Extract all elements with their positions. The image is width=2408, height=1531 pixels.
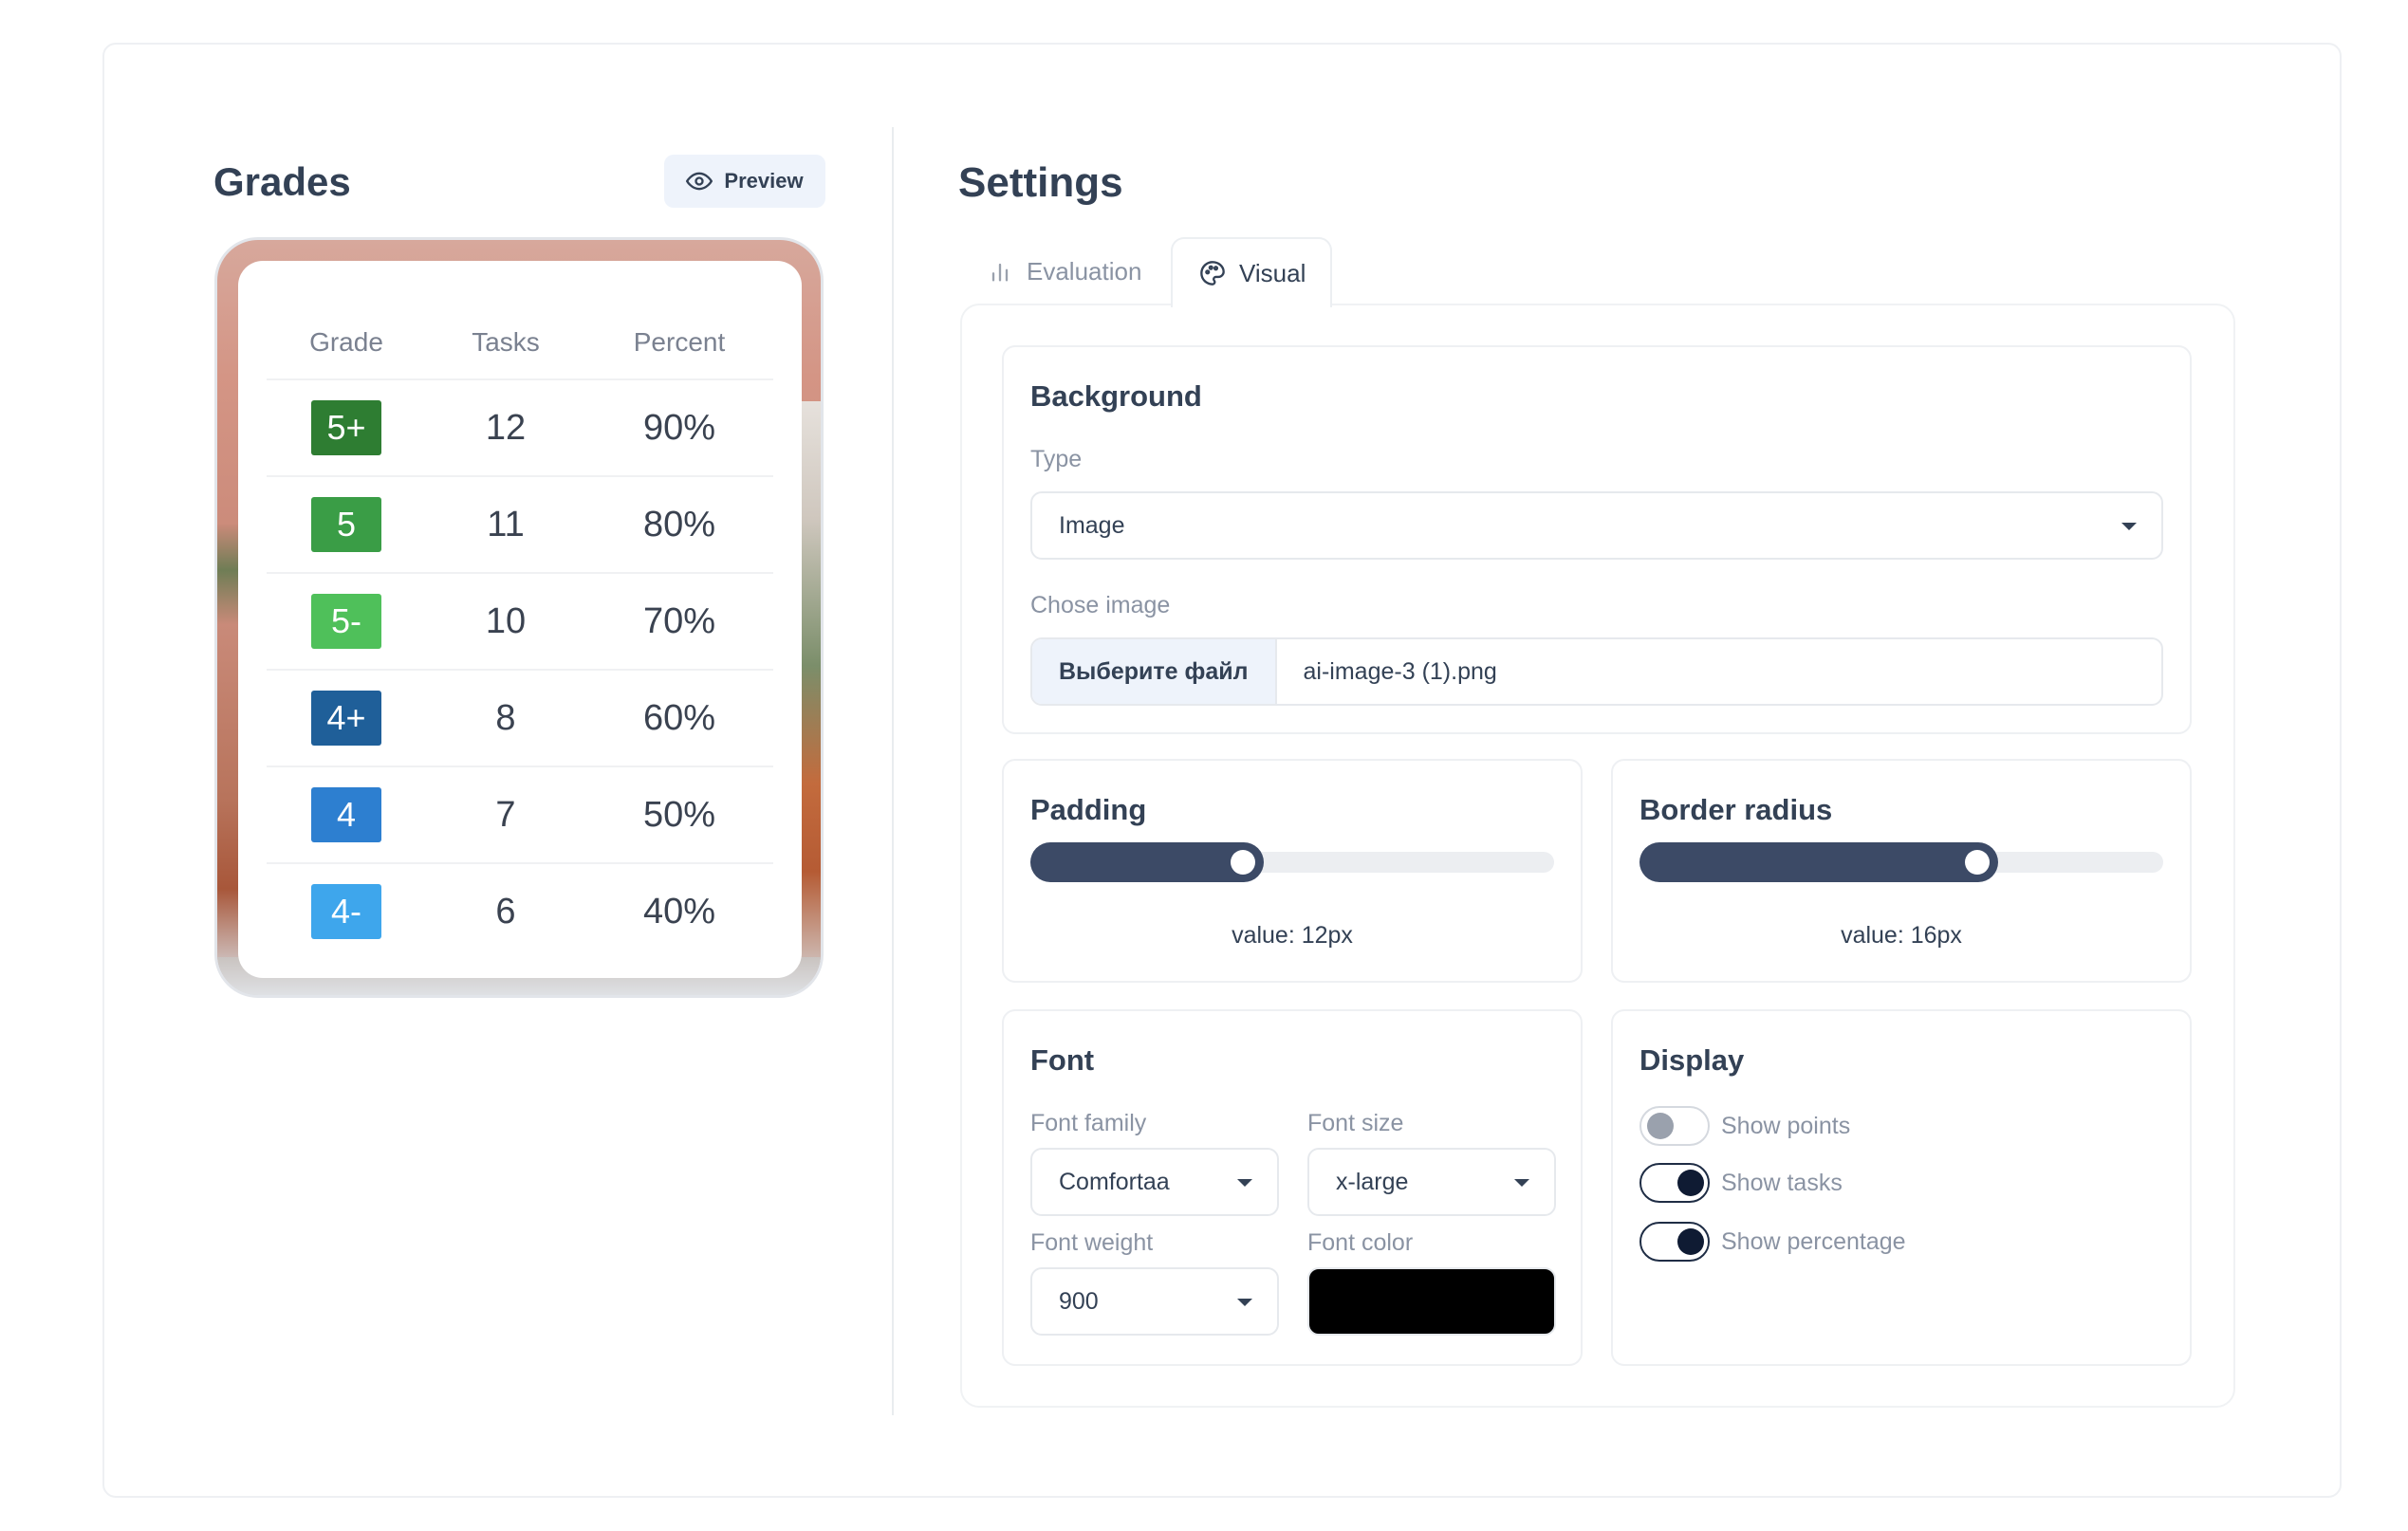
- font-title: Font: [1030, 1043, 1095, 1077]
- border-radius-slider[interactable]: [1639, 842, 2163, 882]
- percent-cell: 50%: [642, 794, 716, 835]
- tasks-cell: 6: [495, 891, 516, 932]
- choose-file-button[interactable]: Выберите файл: [1032, 639, 1277, 704]
- header-percent: Percent: [633, 327, 726, 357]
- table-row: 5+ 12 90%: [267, 378, 773, 475]
- tab-evaluation[interactable]: Evaluation: [987, 237, 1141, 305]
- tab-evaluation-label: Evaluation: [1027, 256, 1142, 286]
- show-percentage-label: Show percentage: [1721, 1227, 1906, 1255]
- grade-badge: 4+: [311, 691, 381, 746]
- eye-icon: [686, 172, 713, 191]
- padding-slider-handle[interactable]: [1231, 850, 1255, 875]
- chevron-down-icon: [2121, 523, 2137, 530]
- grade-table: Grade Tasks Percent 5+ 12 90% 5 11 80% 5…: [238, 261, 802, 978]
- grade-badge: 5: [311, 497, 381, 552]
- font-color-picker[interactable]: [1307, 1267, 1556, 1336]
- display-panel: Display Show points Show tasks Show perc…: [1611, 1009, 2192, 1366]
- chevron-down-icon: [1237, 1179, 1252, 1187]
- preview-button[interactable]: Preview: [664, 155, 825, 208]
- chevron-down-icon: [1237, 1299, 1252, 1306]
- padding-slider-fill: [1030, 842, 1264, 882]
- font-color-label: Font color: [1307, 1229, 1414, 1256]
- table-row: 4- 6 40%: [267, 862, 773, 959]
- background-title: Background: [1030, 379, 1202, 413]
- show-points-label: Show points: [1721, 1112, 1851, 1139]
- border-radius-title: Border radius: [1639, 793, 1833, 826]
- background-image-left: [217, 525, 238, 980]
- padding-title: Padding: [1030, 793, 1147, 826]
- show-points-toggle[interactable]: [1639, 1106, 1710, 1146]
- font-family-select[interactable]: Comfortaa: [1030, 1148, 1279, 1216]
- percent-cell: 90%: [642, 407, 716, 448]
- tasks-cell: 10: [485, 600, 527, 641]
- font-family-value: Comfortaa: [1059, 1168, 1170, 1195]
- padding-panel: Padding value: 12px: [1002, 759, 1583, 983]
- grade-badge: 4-: [311, 884, 381, 939]
- grade-badge: 5-: [311, 594, 381, 649]
- tasks-cell: 7: [495, 794, 516, 835]
- panel-divider: [892, 127, 894, 1415]
- font-weight-label: Font weight: [1030, 1229, 1154, 1256]
- bar-chart-icon: [991, 263, 1009, 282]
- show-points-toggle-row[interactable]: Show points: [1639, 1106, 1850, 1146]
- display-title: Display: [1639, 1043, 1745, 1077]
- image-file-input[interactable]: Выберите файл ai-image-3 (1).png: [1030, 637, 2163, 706]
- toggle-knob: [1677, 1228, 1704, 1255]
- font-weight-select[interactable]: 900: [1030, 1267, 1279, 1336]
- grades-title: Grades: [213, 159, 351, 204]
- font-family-label: Font family: [1030, 1110, 1147, 1136]
- image-label: Chose image: [1030, 592, 1171, 618]
- table-row: 4 7 50%: [267, 766, 773, 862]
- palette-icon: [1200, 261, 1225, 286]
- toggle-knob: [1677, 1170, 1704, 1196]
- show-percentage-toggle-row[interactable]: Show percentage: [1639, 1222, 1906, 1262]
- background-panel: Background Type Image Chose image Выбери…: [1002, 345, 2192, 734]
- percent-cell: 60%: [642, 697, 716, 738]
- table-row: 5 11 80%: [267, 475, 773, 572]
- grade-badge: 4: [311, 787, 381, 842]
- border-radius-value: value: 16px: [1841, 922, 1962, 949]
- chevron-down-icon: [1514, 1179, 1529, 1187]
- padding-value: value: 12px: [1232, 922, 1353, 949]
- padding-slider[interactable]: [1030, 842, 1554, 882]
- preview-label: Preview: [724, 169, 804, 193]
- grades-preview: Grade Tasks Percent 5+ 12 90% 5 11 80% 5…: [214, 237, 824, 998]
- tab-visual[interactable]: Visual: [1171, 237, 1332, 307]
- tasks-cell: 11: [487, 504, 525, 544]
- settings-content: Background Type Image Chose image Выбери…: [960, 304, 2235, 1408]
- show-tasks-label: Show tasks: [1721, 1169, 1843, 1196]
- font-size-value: x-large: [1336, 1168, 1409, 1195]
- table-row: 4+ 8 60%: [267, 669, 773, 766]
- type-select[interactable]: Image: [1030, 491, 2163, 560]
- header-tasks: Tasks: [472, 327, 540, 357]
- toggle-knob: [1647, 1113, 1674, 1139]
- font-size-label: Font size: [1307, 1110, 1404, 1136]
- grade-table-header: Grade Tasks Percent: [267, 314, 773, 371]
- tasks-cell: 12: [485, 407, 527, 448]
- file-name: ai-image-3 (1).png: [1303, 657, 1497, 685]
- font-panel: Font Font family Comfortaa Font size x-l…: [1002, 1009, 1583, 1366]
- background-image-right: [800, 401, 821, 989]
- type-select-value: Image: [1059, 511, 1125, 539]
- show-percentage-toggle[interactable]: [1639, 1222, 1710, 1262]
- tasks-cell: 8: [495, 697, 516, 738]
- percent-cell: 80%: [642, 504, 716, 544]
- font-size-select[interactable]: x-large: [1307, 1148, 1556, 1216]
- header-grade: Grade: [309, 327, 383, 357]
- settings-title: Settings: [958, 159, 1123, 206]
- percent-cell: 70%: [642, 600, 716, 641]
- border-radius-slider-handle[interactable]: [1965, 850, 1990, 875]
- border-radius-panel: Border radius value: 16px: [1611, 759, 2192, 983]
- font-weight-value: 900: [1059, 1287, 1099, 1315]
- tab-visual-label: Visual: [1239, 258, 1306, 287]
- border-radius-slider-fill: [1639, 842, 1998, 882]
- type-label: Type: [1030, 446, 1083, 472]
- percent-cell: 40%: [642, 891, 716, 932]
- grade-badge: 5+: [311, 400, 381, 455]
- show-tasks-toggle[interactable]: [1639, 1163, 1710, 1203]
- table-row: 5- 10 70%: [267, 572, 773, 669]
- show-tasks-toggle-row[interactable]: Show tasks: [1639, 1163, 1843, 1203]
